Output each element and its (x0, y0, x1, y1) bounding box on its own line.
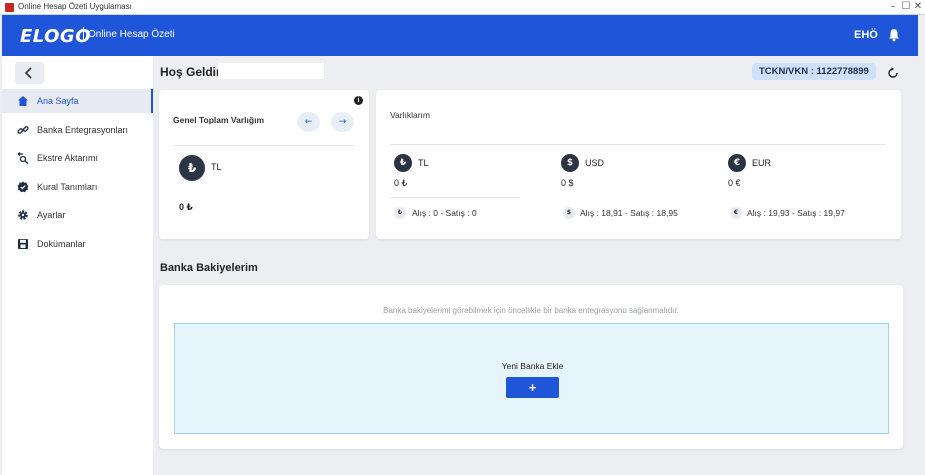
currency-amount: 0 ₺ (394, 178, 408, 188)
euro-icon: € (728, 154, 746, 172)
sidebar-item-label: Banka Entegrasyonları (37, 125, 129, 135)
currency-amount: 0 € (728, 178, 741, 188)
window-title: Online Hesap Özeti Uygulaması (18, 2, 132, 11)
logo-separator (83, 27, 84, 42)
dollar-icon: $ (561, 154, 579, 172)
next-arrow-button[interactable]: → (331, 112, 354, 132)
minimize-button[interactable]: – (887, 0, 899, 14)
currency-code: TL (418, 158, 429, 168)
add-bank-button[interactable]: + (506, 377, 559, 398)
prev-arrow-button[interactable]: ← (297, 112, 320, 132)
sidebar-item-kural-tanimlari[interactable]: Kural Tanımları (2, 175, 153, 199)
bell-icon[interactable] (888, 28, 900, 42)
sidebar-item-dokumanlar[interactable]: Dokümanlar (2, 232, 153, 256)
lira-icon: ₺ (394, 154, 412, 172)
currency-code: USD (585, 158, 605, 168)
sidebar-item-label: Ana Sayfa (37, 96, 79, 106)
app-header: ELOGO Online Hesap Özeti EHÖ (2, 15, 918, 56)
maximize-button[interactable]: ☐ (900, 0, 912, 14)
elogo-logo[interactable]: ELOGO (20, 26, 91, 47)
assets-title: Varlıklarım (390, 110, 430, 120)
sidebar-item-banka-entegrasyonlari[interactable]: Banka Entegrasyonları (2, 118, 153, 142)
user-name-field (218, 63, 324, 79)
window-titlebar: Online Hesap Özeti Uygulaması – ☐ ✕ (0, 0, 925, 15)
sidebar-item-label: Kural Tanımları (37, 182, 98, 192)
euro-icon: € (730, 207, 742, 219)
transfer-icon (17, 152, 29, 164)
currency-amount: 0 $ (561, 178, 574, 188)
back-button[interactable] (15, 62, 44, 84)
save-icon (18, 239, 28, 249)
sidebar: Ana Sayfa Banka Entegrasyonları Ekstre A… (2, 56, 153, 475)
link-icon (17, 126, 29, 134)
tckn-badge: TCKN/VKN : 1122778899 (752, 63, 876, 80)
exchange-rate: Alış : 19,93 - Satış : 19,97 (747, 208, 845, 218)
lira-icon: ₺ (179, 155, 205, 181)
exchange-rate: Alış : 0 - Satış : 0 (412, 208, 477, 218)
app-title: Online Hesap Özeti (88, 29, 175, 40)
close-button[interactable]: ✕ (912, 0, 924, 14)
sidebar-item-ayarlar[interactable]: Ayarlar (2, 203, 153, 227)
sidebar-item-label: Dokümanlar (37, 239, 86, 249)
total-assets-card: i Genel Toplam Varlığım ← → ₺ TL 0 ₺ (159, 90, 369, 239)
card-divider (390, 197, 520, 198)
exchange-rate: Alış : 18,91 - Satış : 18,95 (580, 208, 678, 218)
lira-icon: ₺ (394, 207, 406, 219)
app-icon (5, 3, 14, 12)
assets-card: Varlıklarım ₺ TL 0 ₺ ₺ Alış : 0 - Satış … (376, 90, 901, 239)
empty-state-message: Banka bakiyelerimi görebilmek için öncel… (383, 306, 679, 315)
home-icon (18, 96, 28, 106)
sidebar-item-ekstre-aktarimi[interactable]: Ekstre Aktarımı (2, 146, 153, 170)
welcome-title: Hoş Geldin (160, 65, 224, 79)
badge-check-icon (17, 181, 29, 193)
card-divider (173, 145, 355, 146)
total-assets-title: Genel Toplam Varlığım (173, 115, 265, 125)
currency-code: TL (211, 162, 222, 172)
info-icon[interactable]: i (354, 96, 363, 105)
card-divider (390, 144, 886, 145)
sidebar-item-label: Ekstre Aktarımı (37, 153, 99, 163)
bank-balances-card: Banka bakiyelerimi görebilmek için öncel… (159, 285, 903, 449)
bank-balances-title: Banka Bakiyelerim (160, 262, 258, 274)
add-bank-label: Yeni Banka Ekle (501, 361, 564, 371)
sidebar-item-ana-sayfa[interactable]: Ana Sayfa (2, 89, 153, 113)
user-menu[interactable]: EHÖ (854, 29, 878, 41)
gear-icon (18, 210, 28, 220)
total-amount: 0 ₺ (179, 202, 193, 212)
chevron-left-icon (24, 67, 32, 79)
refresh-icon[interactable] (887, 66, 899, 78)
sidebar-item-label: Ayarlar (37, 210, 66, 220)
currency-code: EUR (752, 158, 772, 168)
add-bank-area: Yeni Banka Ekle + (174, 323, 889, 434)
dollar-icon: $ (563, 207, 575, 219)
